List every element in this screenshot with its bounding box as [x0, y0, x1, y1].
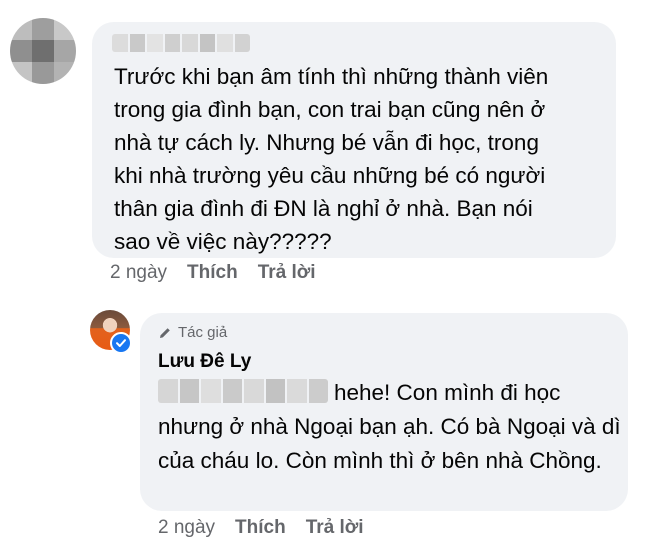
- reply-actions: 2 ngày Thích Trả lời: [158, 517, 384, 539]
- like-button[interactable]: Thích: [187, 262, 238, 284]
- verified-badge-icon: [110, 332, 132, 354]
- author-name[interactable]: Lưu Đê Ly: [158, 351, 251, 373]
- comment-timestamp[interactable]: 2 ngày: [110, 262, 167, 284]
- author-badge: Tác giả: [158, 324, 227, 341]
- commenter-name-blurred[interactable]: [112, 34, 250, 52]
- reply-first-line: hehe! Con mình đi học: [334, 380, 561, 405]
- comment-actions: 2 ngày Thích Trả lời: [110, 262, 336, 284]
- reply-like-button[interactable]: Thích: [235, 517, 286, 539]
- reply-button[interactable]: Trả lời: [258, 262, 316, 284]
- comment-text: Trước khi bạn âm tính thì những thành vi…: [114, 64, 549, 254]
- reply-rest: nhưng ở nhà Ngoại bạn ạh. Có bà Ngoại và…: [158, 414, 621, 473]
- author-badge-label: Tác giả: [178, 324, 228, 341]
- reply-bubble: Tác giả Lưu Đê Ly hehe! Con mình đi học …: [140, 313, 628, 511]
- pencil-icon: [160, 327, 170, 338]
- comment-bubble: Trước khi bạn âm tính thì những thành vi…: [92, 22, 616, 258]
- reply-timestamp[interactable]: 2 ngày: [158, 517, 215, 539]
- commenter-avatar-blurred[interactable]: [10, 18, 76, 84]
- reply-text: hehe! Con mình đi học nhưng ở nhà Ngoại …: [158, 376, 628, 478]
- reply-reply-button[interactable]: Trả lời: [306, 517, 364, 539]
